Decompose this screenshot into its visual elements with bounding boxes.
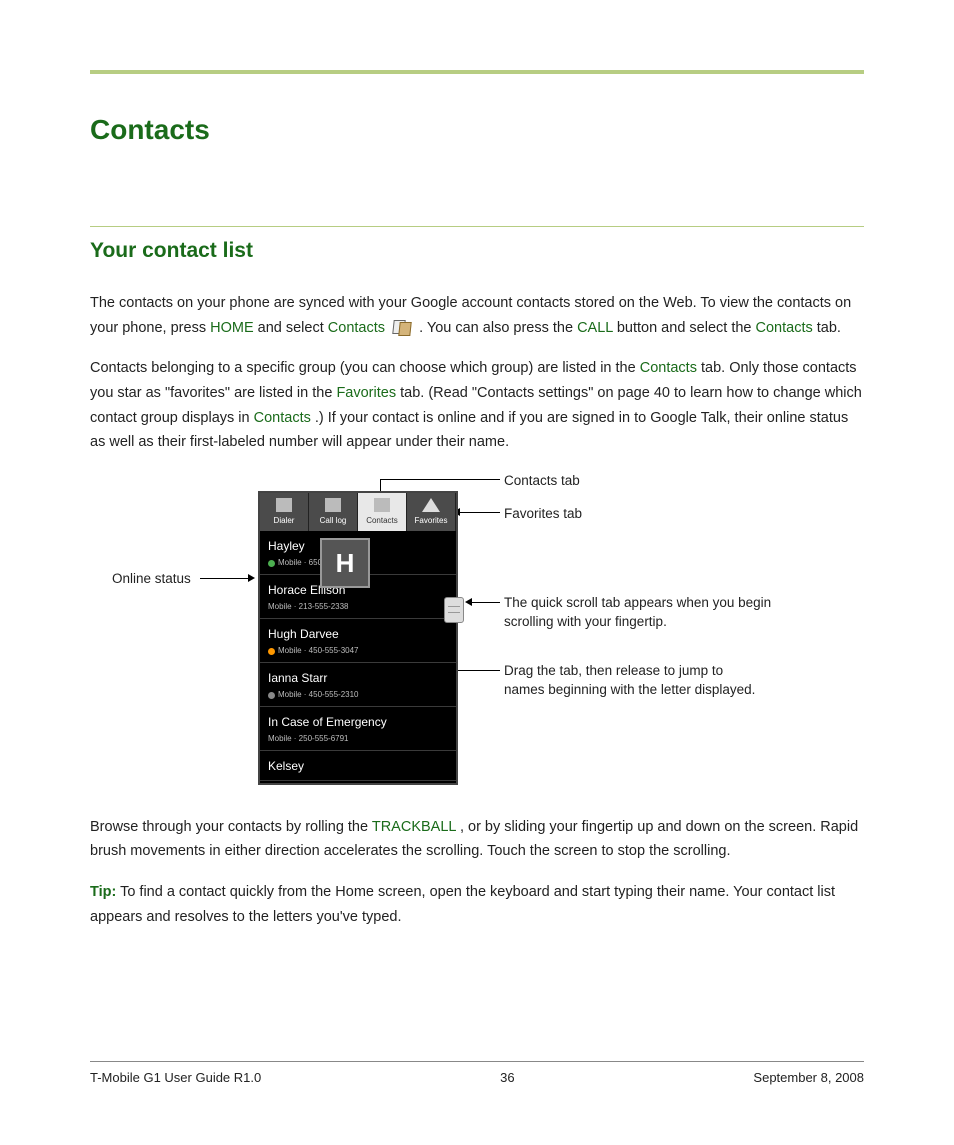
tab-dialer[interactable]: Dialer	[260, 493, 309, 531]
footer-right: September 8, 2008	[753, 1070, 864, 1085]
callout-line	[380, 479, 500, 480]
callout-line	[472, 602, 500, 603]
text: Mobile · 450-555-3047	[278, 646, 359, 655]
quick-scroll-tab[interactable]	[444, 597, 464, 623]
paragraph-1: The contacts on your phone are synced wi…	[90, 291, 864, 340]
footer-page-number: 36	[500, 1070, 514, 1085]
top-divider	[90, 70, 864, 74]
text: button and select the	[617, 320, 756, 336]
tab-label: Contacts	[358, 514, 406, 528]
contacts-icon	[391, 318, 413, 338]
callout-favorites-tab: Favorites tab	[504, 504, 582, 524]
status-dot-icon	[268, 560, 275, 567]
tab-favorites[interactable]: Favorites	[407, 493, 456, 531]
footer-left: T-Mobile G1 User Guide R1.0	[90, 1070, 261, 1085]
paragraph-2: Contacts belonging to a specific group (…	[90, 356, 864, 455]
section-divider	[90, 226, 864, 227]
page-title: Contacts	[90, 114, 864, 146]
kw-home: HOME	[210, 320, 254, 336]
contact-name: In Case of Emergency	[268, 712, 448, 732]
callout-quick-scroll: The quick scroll tab appears when you be…	[504, 593, 774, 632]
tip-label: Tip:	[90, 884, 116, 900]
list-item[interactable]: In Case of Emergency Mobile · 250-555-67…	[260, 707, 456, 751]
tip-text: To find a contact quickly from the Home …	[90, 884, 835, 925]
status-dot-icon	[268, 692, 275, 699]
letter-indicator: H	[320, 538, 370, 588]
contact-name: Hugh Darvee	[268, 624, 448, 644]
paragraph-3: Browse through your contacts by rolling …	[90, 815, 864, 864]
kw-contacts: Contacts	[254, 410, 311, 426]
phone-screenshot: Dialer Call log Contacts Favorites H Hay…	[258, 491, 458, 785]
callout-online-status: Online status	[112, 569, 191, 589]
text: Mobile · 450-555-2310	[278, 690, 359, 699]
text: Browse through your contacts by rolling …	[90, 819, 372, 835]
kw-contacts: Contacts	[640, 360, 697, 376]
paragraph-tip: Tip: To find a contact quickly from the …	[90, 880, 864, 929]
kw-contacts: Contacts	[756, 320, 813, 336]
arrow-icon	[248, 574, 255, 582]
section-title: Your contact list	[90, 239, 864, 263]
tab-label: Call log	[309, 514, 357, 528]
kw-favorites: Favorites	[336, 385, 396, 401]
tab-contacts[interactable]: Contacts	[358, 493, 407, 531]
contact-sub: Mobile · 450-555-2310	[268, 688, 448, 702]
kw-contacts: Contacts	[328, 320, 385, 336]
figure: Online status Contacts tab Favorites tab…	[90, 471, 864, 801]
list-item[interactable]: Hugh Darvee Mobile · 450-555-3047	[260, 619, 456, 663]
kw-trackball: TRACKBALL	[372, 819, 456, 835]
contact-sub: Mobile · 213-555-2338	[268, 600, 448, 614]
kw-call: CALL	[577, 320, 613, 336]
callout-drag-tab: Drag the tab, then release to jump to na…	[504, 661, 764, 700]
callout-line	[460, 512, 500, 513]
text: Contacts belonging to a specific group (…	[90, 360, 640, 376]
status-dot-icon	[268, 648, 275, 655]
list-item[interactable]: Ianna Starr Mobile · 450-555-2310	[260, 663, 456, 707]
tab-call-log[interactable]: Call log	[309, 493, 358, 531]
text: . You can also press the	[419, 320, 577, 336]
text: Mobile · 650	[278, 558, 322, 567]
list-item[interactable]: Kelsey	[260, 751, 456, 781]
page-footer: T-Mobile G1 User Guide R1.0 36 September…	[90, 1061, 864, 1085]
contact-sub: Mobile · 450-555-3047	[268, 644, 448, 658]
callout-line	[200, 578, 248, 579]
phone-tabbar: Dialer Call log Contacts Favorites	[260, 493, 456, 531]
text: and select	[258, 320, 328, 336]
contact-name: Ianna Starr	[268, 668, 448, 688]
tab-label: Favorites	[407, 514, 455, 528]
callout-contacts-tab: Contacts tab	[504, 471, 580, 491]
arrow-icon	[465, 598, 472, 606]
contact-name: Kelsey	[268, 756, 448, 776]
text: tab.	[817, 320, 841, 336]
contact-sub: Mobile · 250-555-6791	[268, 732, 448, 746]
tab-label: Dialer	[260, 514, 308, 528]
